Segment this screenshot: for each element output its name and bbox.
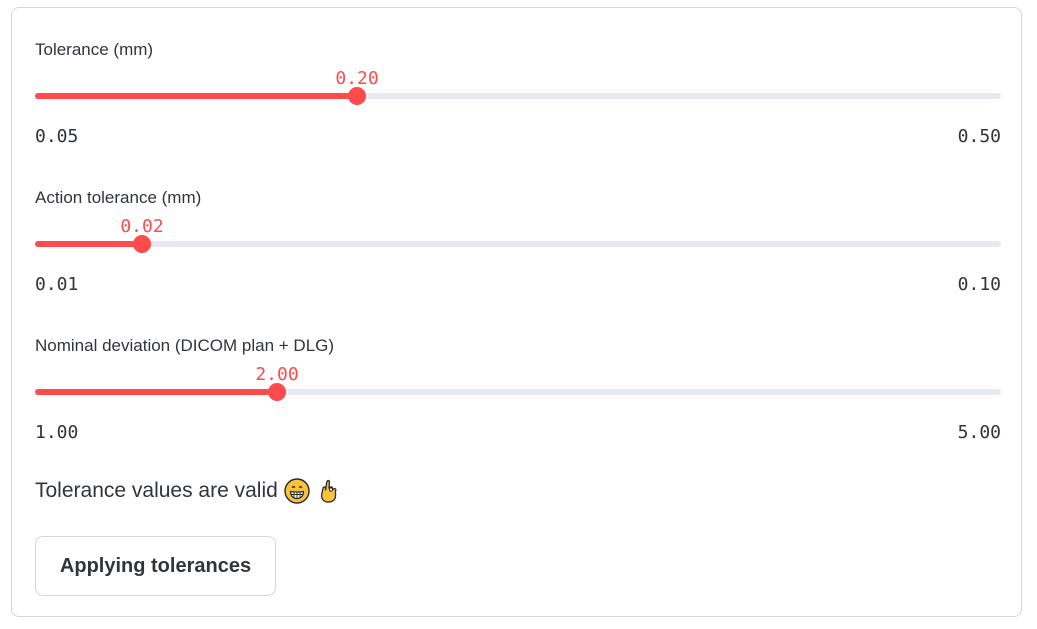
tolerance-slider: Tolerance (mm) 0.20 0.05 0.50	[35, 40, 1001, 160]
apply-tolerances-button[interactable]: Applying tolerances	[35, 536, 276, 596]
nominal-deviation-slider: Nominal deviation (DICOM plan + DLG) 2.0…	[35, 336, 1001, 456]
slider-max-label: 0.10	[957, 274, 1001, 295]
ok-hand-icon	[316, 478, 342, 504]
slider-value: 2.00	[255, 364, 299, 385]
slider-track[interactable]	[35, 241, 1001, 247]
slider-min-label: 1.00	[35, 422, 79, 443]
slider-label: Tolerance (mm)	[35, 40, 154, 59]
slider-thumb[interactable]	[133, 235, 151, 253]
slider-thumb[interactable]	[348, 87, 366, 105]
status-text: Tolerance values are valid	[35, 479, 278, 502]
slider-label: Action tolerance (mm)	[35, 188, 202, 207]
slider-track-fill	[35, 241, 142, 247]
slider-max-label: 0.50	[957, 126, 1001, 147]
grinning-face-icon	[284, 478, 310, 504]
slider-track[interactable]	[35, 93, 1001, 99]
validation-status: Tolerance values are valid	[35, 478, 342, 504]
action-tolerance-slider: Action tolerance (mm) 0.02 0.01 0.10	[35, 188, 1001, 308]
slider-track[interactable]	[35, 389, 1001, 395]
slider-thumb[interactable]	[268, 383, 286, 401]
slider-label: Nominal deviation (DICOM plan + DLG)	[35, 336, 335, 355]
slider-min-label: 0.01	[35, 274, 79, 295]
slider-track-fill	[35, 93, 357, 99]
slider-max-label: 5.00	[957, 422, 1001, 443]
slider-value: 0.20	[335, 68, 379, 89]
slider-track-fill	[35, 389, 277, 395]
slider-min-label: 0.05	[35, 126, 79, 147]
slider-value: 0.02	[120, 216, 164, 237]
